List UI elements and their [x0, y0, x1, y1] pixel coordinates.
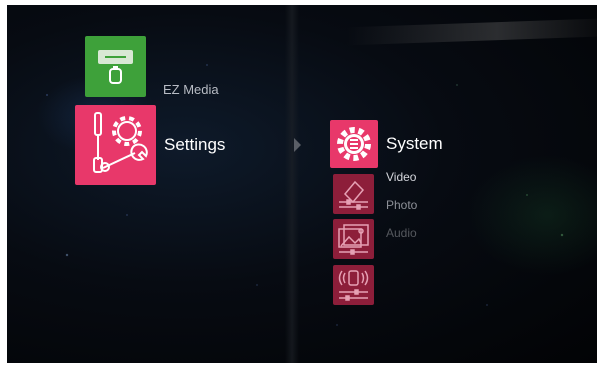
submenu-item-system[interactable]: System: [386, 134, 443, 154]
audio-settings-icon: [338, 270, 369, 301]
tv-menu-screen: EZ Media Settings System Video Photo Aud…: [7, 5, 597, 363]
system-tile[interactable]: [330, 120, 378, 168]
ez-media-tile[interactable]: [85, 36, 146, 97]
photo-settings-icon: [338, 224, 369, 255]
ez-media-icon: [98, 50, 133, 84]
ez-media-label[interactable]: EZ Media: [163, 82, 219, 97]
settings-label[interactable]: Settings: [164, 135, 225, 155]
decorative-streak: [347, 18, 597, 46]
submenu-item-photo[interactable]: Photo: [386, 198, 417, 212]
submenu-item-video[interactable]: Video: [386, 170, 416, 184]
tools-gear-icon: [93, 112, 148, 173]
panel-divider: [285, 5, 299, 363]
video-settings-icon: [339, 180, 368, 210]
chevron-right-icon: [294, 138, 301, 152]
video-settings-tile[interactable]: [333, 174, 374, 214]
photo-settings-tile[interactable]: [333, 219, 374, 259]
settings-tile[interactable]: [75, 105, 156, 185]
system-gear-icon: [337, 127, 371, 161]
audio-settings-tile[interactable]: [333, 265, 374, 305]
submenu-item-audio[interactable]: Audio: [386, 226, 417, 240]
